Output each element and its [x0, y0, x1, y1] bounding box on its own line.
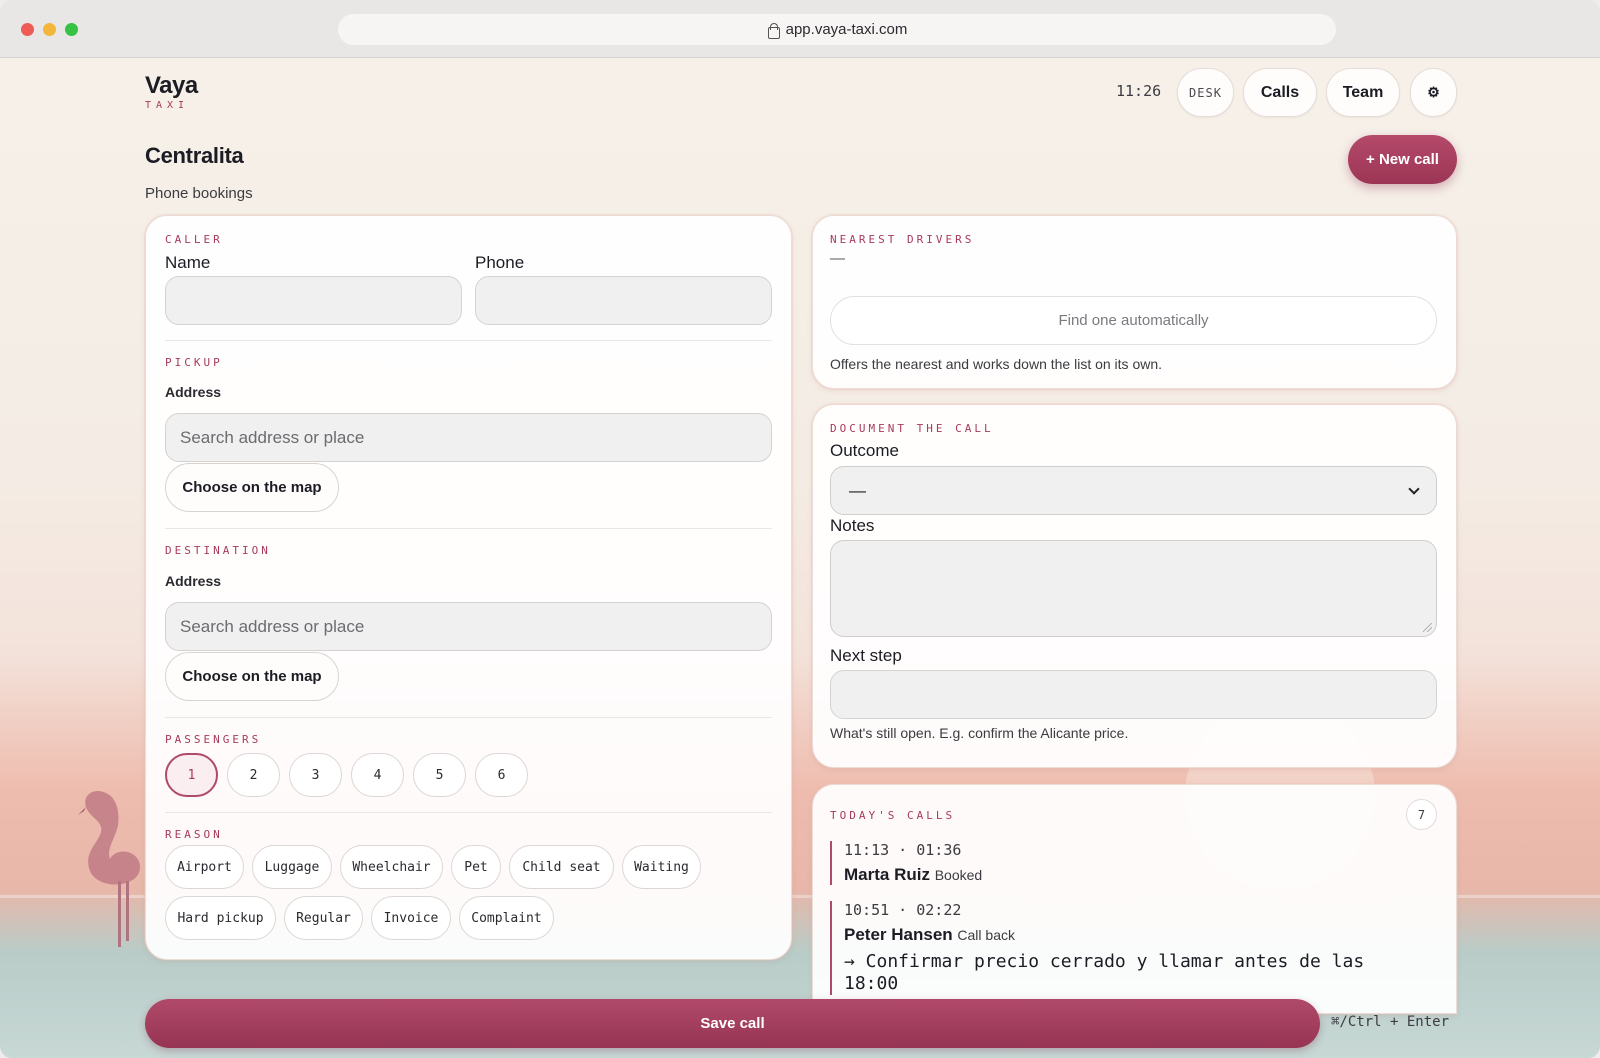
team-button[interactable]: Team: [1326, 68, 1400, 117]
passengers-option-2[interactable]: 2: [227, 753, 280, 797]
phone-label: Phone: [475, 253, 525, 272]
caller-section-label: CALLER: [165, 233, 223, 246]
reason-section-label: REASON: [165, 828, 223, 841]
call-caller-name: Marta Ruiz Booked: [844, 865, 982, 885]
chevron-down-icon: [1408, 483, 1420, 495]
resize-handle-icon[interactable]: [1423, 623, 1432, 632]
url-text: app.vaya-taxi.com: [785, 21, 908, 38]
divider: [165, 717, 772, 718]
reason-chip-hard-pickup[interactable]: Hard pickup: [165, 896, 276, 940]
reason-chip-luggage[interactable]: Luggage: [252, 845, 332, 889]
reason-chip-invoice[interactable]: Invoice: [371, 896, 451, 940]
nearest-drivers-hint: Offers the nearest and works down the li…: [830, 356, 1163, 372]
divider: [165, 340, 772, 341]
divider: [165, 528, 772, 529]
call-time: 11:13 · 01:36: [844, 841, 962, 859]
pickup-address-input[interactable]: Search address or place: [165, 413, 772, 462]
caller-name-input[interactable]: [165, 276, 462, 325]
passengers-option-4[interactable]: 4: [351, 753, 404, 797]
destination-address-input[interactable]: Search address or place: [165, 602, 772, 651]
lock-icon: [767, 22, 780, 39]
destination-section-label: DESTINATION: [165, 544, 271, 557]
destination-choose-on-map-button[interactable]: Choose on the map: [165, 652, 339, 701]
app-window: app.vaya-taxi.com Vaya TAXI 11:26 DESK C…: [0, 0, 1600, 1058]
call-note: → Confirmar precio cerrado y llamar ante…: [844, 951, 1365, 994]
desk-button[interactable]: DESK: [1177, 68, 1234, 117]
page-subtitle: Phone bookings: [145, 185, 253, 202]
passengers-option-1[interactable]: 1: [165, 753, 218, 797]
passengers-option-5[interactable]: 5: [413, 753, 466, 797]
todays-calls-count-badge: 7: [1406, 799, 1437, 830]
reason-chip-pet[interactable]: Pet: [451, 845, 501, 889]
call-time: 10:51 · 02:22: [844, 901, 962, 919]
pickup-choose-on-map-button[interactable]: Choose on the map: [165, 463, 339, 512]
reason-chip-airport[interactable]: Airport: [165, 845, 244, 889]
calls-button[interactable]: Calls: [1243, 68, 1317, 117]
name-label: Name: [165, 253, 211, 272]
outcome-label: Outcome: [830, 441, 899, 460]
reason-chip-waiting[interactable]: Waiting: [622, 845, 701, 889]
page-title: Centralita: [145, 143, 244, 168]
outcome-select[interactable]: —: [830, 466, 1437, 515]
notes-textarea[interactable]: [830, 540, 1437, 637]
flamingo-illustration: [78, 790, 140, 947]
call-caller-name: Peter Hansen Call back: [844, 925, 1404, 945]
settings-button[interactable]: ⚙: [1410, 68, 1457, 117]
divider: [165, 812, 772, 813]
gear-icon: ⚙: [1427, 84, 1440, 100]
brand-subtitle: TAXI: [145, 100, 190, 111]
pickup-address-label: Address: [165, 384, 222, 400]
passengers-option-3[interactable]: 3: [289, 753, 342, 797]
next-step-label: Next step: [830, 646, 902, 665]
call-caller-name-text: Peter Hansen: [844, 925, 953, 944]
reason-chip-child-seat[interactable]: Child seat: [509, 845, 614, 889]
save-call-button[interactable]: Save call: [145, 999, 1320, 1048]
call-caller-name-text: Marta Ruiz: [844, 865, 930, 884]
destination-address-label: Address: [165, 573, 222, 589]
address-bar[interactable]: app.vaya-taxi.com: [338, 14, 1336, 45]
save-shortcut-hint: ⌘/Ctrl + Enter: [1331, 1014, 1450, 1030]
find-driver-automatically-button[interactable]: Find one automatically: [830, 296, 1437, 345]
document-call-section-label: DOCUMENT THE CALL: [830, 422, 994, 435]
todays-calls-section-label: TODAY'S CALLS: [830, 809, 956, 822]
passengers-option-6[interactable]: 6: [475, 753, 528, 797]
minimize-window-button[interactable]: [43, 23, 56, 36]
nearest-drivers-value: —: [830, 250, 845, 267]
reason-chip-wheelchair[interactable]: Wheelchair: [340, 845, 443, 889]
brand-logo[interactable]: Vaya TAXI: [145, 72, 198, 111]
call-list-item[interactable]: 11:13 · 01:36 Marta Ruiz Booked: [830, 841, 982, 885]
call-list-item[interactable]: 10:51 · 02:22 Peter Hansen Call back → C…: [830, 901, 1404, 995]
maximize-window-button[interactable]: [65, 23, 78, 36]
reason-chip-regular[interactable]: Regular: [284, 896, 363, 940]
outcome-select-value: —: [849, 480, 866, 500]
notes-label: Notes: [830, 516, 875, 535]
passengers-section-label: PASSENGERS: [165, 733, 262, 746]
browser-toolbar: app.vaya-taxi.com: [0, 0, 1600, 58]
caller-phone-input[interactable]: [475, 276, 772, 325]
brand-name: Vaya: [145, 72, 198, 99]
new-call-button[interactable]: + New call: [1348, 135, 1457, 184]
pickup-section-label: PICKUP: [165, 356, 223, 369]
call-status: Call back: [957, 927, 1015, 943]
next-step-input[interactable]: [830, 670, 1437, 719]
close-window-button[interactable]: [21, 23, 34, 36]
call-status: Booked: [934, 867, 983, 883]
nearest-drivers-section-label: NEAREST DRIVERS: [830, 233, 975, 246]
reason-chip-complaint[interactable]: Complaint: [459, 896, 554, 940]
next-step-hint: What's still open. E.g. confirm the Alic…: [830, 725, 1129, 741]
clock: 11:26: [1116, 82, 1162, 100]
